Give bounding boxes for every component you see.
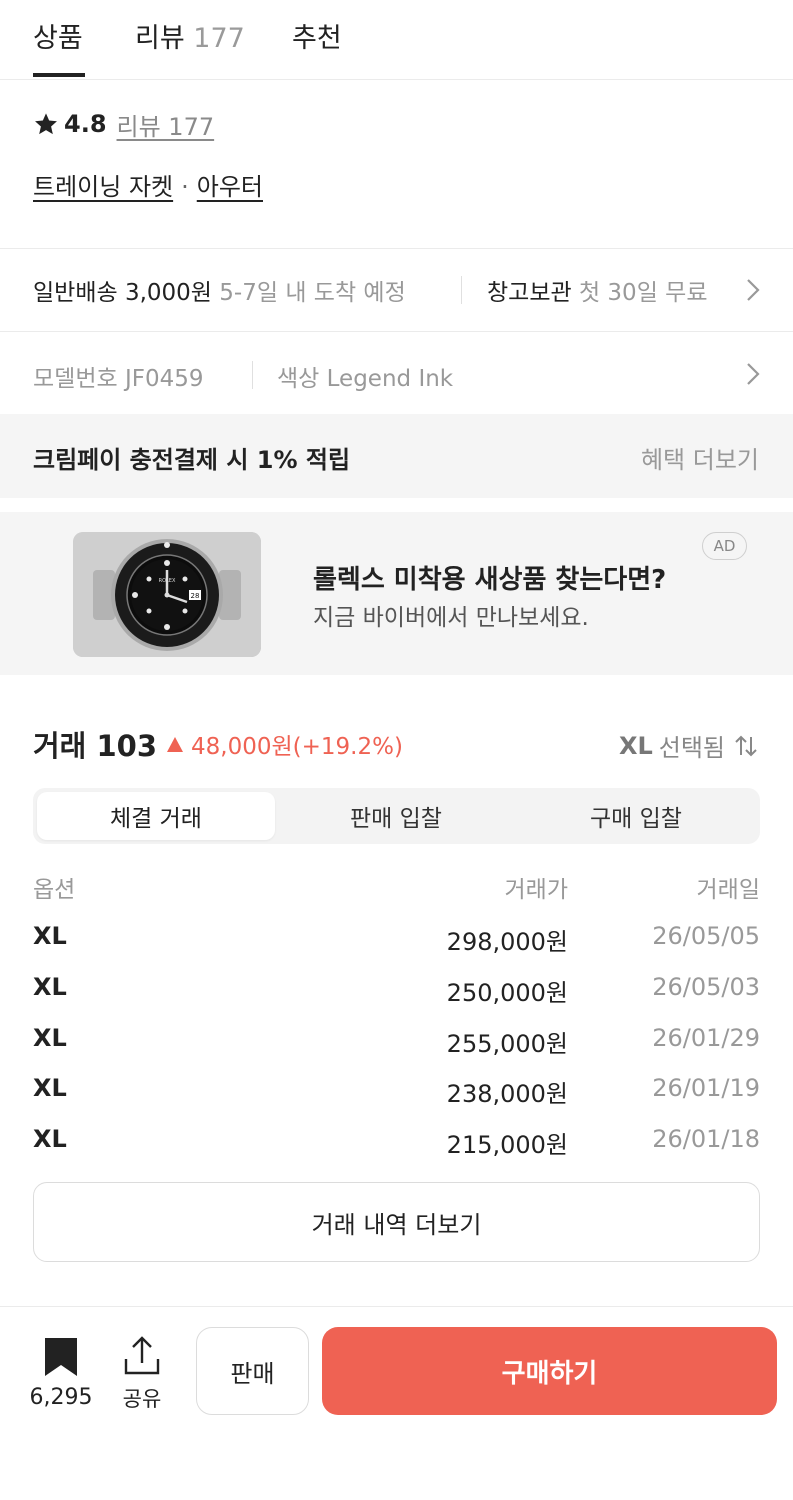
price-change: 48,000원(+19.2%) [191,734,403,760]
column-option: 옵션 [33,877,76,903]
category-link-primary[interactable]: 트레이닝 자켓 [33,173,173,201]
row-price: 250,000원 [446,979,568,1007]
benefit-banner: 크림페이 충전결제 시 1% 적립 혜택 더보기 [0,414,793,498]
column-price: 거래가 [504,877,568,903]
review-link[interactable]: 리뷰 177 [117,107,215,142]
sell-button[interactable]: 판매 [196,1327,309,1415]
share-button[interactable]: 공유 [119,1335,165,1413]
trade-history-more-button[interactable]: 거래 내역 더보기 [33,1182,760,1262]
table-row: XL 215,000원 26/01/18 [33,1125,760,1159]
column-date: 거래일 [696,877,760,903]
rating-score: 4.8 [64,110,107,138]
category-separator: · [181,173,189,201]
trade-type-segmented-control: 체결 거래 판매 입찰 구매 입찰 [33,788,760,844]
category-link-secondary[interactable]: 아우터 [197,173,263,201]
tab-product[interactable]: 상품 [33,16,83,55]
row-option: XL [33,1024,67,1052]
bookmark-button[interactable]: 6,295 [28,1337,94,1410]
ad-subtitle: 지금 바이버에서 만나보세요. [313,605,589,631]
row-price: 298,000원 [446,928,568,956]
ad-title: 롤렉스 미착용 새상품 찾는다면? [313,565,667,595]
rating-row: 4.8 리뷰 177 [33,107,215,142]
ad-badge: AD [702,532,747,560]
ad-banner[interactable]: 28 ROLEX 롤렉스 미착용 새상품 찾는다면? 지금 바이버에서 만나보세… [0,512,793,675]
share-icon [124,1336,160,1375]
top-tab-bar: 상품 리뷰 177 추천 [0,0,793,80]
price-up-icon [167,736,183,752]
row-option: XL [33,922,67,950]
segment-buy-bids[interactable]: 구매 입찰 [517,792,755,840]
bottom-action-bar: 6,295 공유 판매 구매하기 [0,1306,793,1500]
category-breadcrumb: 트레이닝 자켓 · 아우터 [33,167,263,202]
storage-note: 첫 30일 무료 [578,280,708,306]
model-value: JF0459 [124,366,204,392]
table-row: XL 298,000원 26/05/05 [33,922,760,956]
tab-reviews[interactable]: 리뷰 177 [135,16,245,55]
delivery-fee: 3,000원 [124,280,212,306]
row-price: 215,000원 [446,1131,568,1159]
delivery-standard: 일반배송 3,000원 5-7일 내 도착 예정 [33,273,406,307]
row-date: 26/01/19 [652,1074,760,1102]
delivery-storage: 창고보관 첫 30일 무료 [487,273,707,307]
benefit-text: 크림페이 충전결제 시 1% 적립 [33,446,351,474]
star-icon [35,113,57,135]
delivery-info-row[interactable]: 일반배송 3,000원 5-7일 내 도착 예정 창고보관 첫 30일 무료 [0,249,793,331]
model-info-row[interactable]: 모델번호 JF0459 색상 Legend Ink [0,332,793,414]
row-date: 26/05/05 [652,922,760,950]
row-option: XL [33,1125,67,1153]
table-row: XL 250,000원 26/05/03 [33,973,760,1007]
segment-concluded-trades[interactable]: 체결 거래 [37,792,275,840]
size-selector[interactable]: XL 선택됨 [619,728,759,763]
chevron-right-icon [747,279,760,301]
watch-illustration: 28 ROLEX [73,532,261,657]
selected-size: XL [618,731,653,760]
svg-text:28: 28 [191,592,200,600]
segment-sell-bids[interactable]: 판매 입찰 [277,792,515,840]
tab-reviews-label: 리뷰 [135,23,185,54]
storage-label: 창고보관 [487,280,572,306]
ad-watch-image: 28 ROLEX [73,532,261,657]
row-option: XL [33,1074,67,1102]
tab-recommend[interactable]: 추천 [292,16,342,55]
tab-reviews-count: 177 [193,23,245,54]
color-value: Legend Ink [326,366,454,392]
active-tab-indicator [33,73,85,77]
row-price: 255,000원 [446,1030,568,1058]
model-number: 모델번호 JF0459 [33,359,204,393]
tab-product-label: 상품 [33,23,83,54]
vertical-divider [461,276,462,304]
trade-count: 거래 103 [33,729,157,763]
bookmark-count: 6,295 [29,1385,93,1410]
chevron-right-icon [747,363,760,385]
row-date: 26/01/18 [652,1125,760,1153]
trade-summary: 거래 103 48,000원(+19.2%) [33,725,403,763]
buy-button[interactable]: 구매하기 [322,1327,777,1415]
benefit-more-link[interactable]: 혜택 더보기 [641,440,759,475]
sort-arrows-icon [735,735,757,756]
vertical-divider [252,361,253,389]
row-price: 238,000원 [446,1080,568,1108]
row-option: XL [33,973,67,1001]
row-date: 26/01/29 [652,1024,760,1052]
model-color: 색상 Legend Ink [277,359,453,393]
delivery-label: 일반배송 [33,280,118,306]
tab-recommend-label: 추천 [292,23,342,54]
trade-table-header: 옵션 거래가 거래일 [33,870,760,903]
table-row: XL 238,000원 26/01/19 [33,1074,760,1108]
selected-label: 선택됨 [658,734,725,762]
table-row: XL 255,000원 26/01/29 [33,1024,760,1058]
model-label: 모델번호 [33,366,118,392]
color-label: 색상 [277,366,320,392]
row-date: 26/05/03 [652,973,760,1001]
bookmark-icon [45,1338,77,1376]
section-gap [0,498,793,512]
delivery-eta: 5-7일 내 도착 예정 [219,280,406,306]
share-label: 공유 [122,1387,162,1411]
